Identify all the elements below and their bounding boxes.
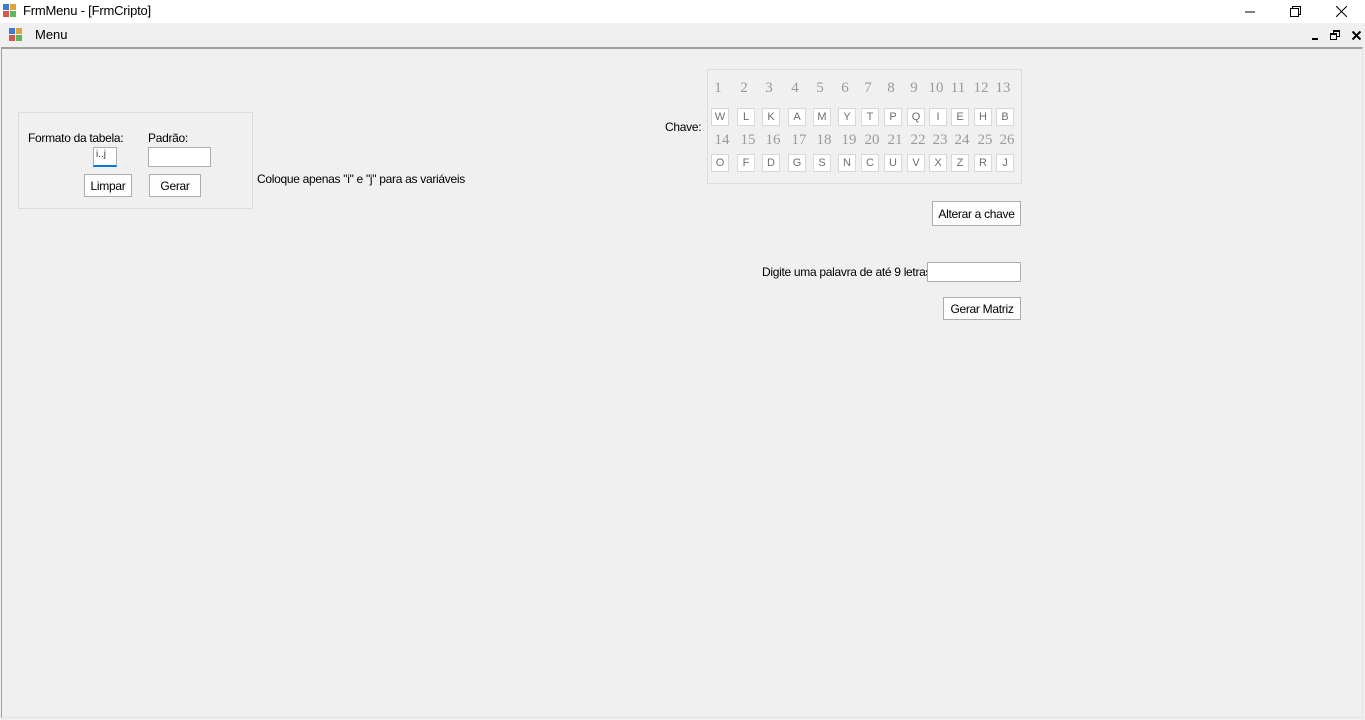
key-label: Chave: [665, 120, 702, 134]
word-label: Digite uma palavra de até 9 letras: [762, 265, 935, 279]
app-icon [3, 4, 16, 17]
key-number: 13 [995, 80, 1011, 96]
key-letter-cell[interactable]: N [838, 154, 856, 172]
key-letter-cell[interactable]: M [813, 108, 831, 126]
restore-icon [1330, 30, 1340, 40]
clear-button[interactable]: Limpar [84, 174, 132, 197]
table-format-group [18, 112, 253, 209]
key-number: 9 [910, 80, 918, 96]
key-letter-cell[interactable]: J [996, 154, 1014, 172]
generate-matrix-button[interactable]: Gerar Matriz [943, 297, 1021, 320]
key-number: 19 [841, 132, 857, 148]
key-number: 11 [950, 80, 966, 96]
restore-icon [1289, 6, 1301, 17]
key-number: 17 [791, 132, 807, 148]
key-letter-cell[interactable]: H [974, 108, 992, 126]
key-number: 18 [816, 132, 832, 148]
key-letter-cell[interactable]: D [762, 154, 780, 172]
key-letter-cell[interactable]: I [929, 108, 947, 126]
title-bar: FrmMenu - [FrmCripto] [0, 0, 1365, 23]
child-window-icon[interactable] [9, 28, 23, 42]
key-number: 26 [999, 132, 1015, 148]
key-letter-cell[interactable]: O [711, 154, 729, 172]
key-number: 22 [910, 132, 926, 148]
key-number: 7 [864, 80, 872, 96]
minimize-button[interactable] [1227, 0, 1273, 23]
mdi-minimize-button[interactable] [1308, 28, 1322, 42]
key-letter-cell[interactable]: Q [907, 108, 925, 126]
key-letter-cell[interactable]: E [951, 108, 969, 126]
key-letter-cell[interactable]: Z [951, 154, 969, 172]
key-letter-cell[interactable]: F [737, 154, 755, 172]
key-number: 2 [740, 80, 748, 96]
change-key-button[interactable]: Alterar a chave [932, 201, 1021, 226]
key-number: 20 [864, 132, 880, 148]
key-number: 15 [740, 132, 756, 148]
word-input[interactable] [927, 262, 1021, 282]
minimize-icon [1311, 37, 1318, 40]
mdi-restore-button[interactable] [1328, 28, 1342, 42]
key-letter-cell[interactable]: Y [838, 108, 856, 126]
pattern-input[interactable] [148, 147, 211, 167]
format-input[interactable]: i..j [93, 147, 117, 167]
key-number: 14 [714, 132, 730, 148]
key-number: 25 [977, 132, 993, 148]
key-letter-cell[interactable]: W [711, 108, 729, 126]
key-number: 1 [714, 80, 722, 96]
key-letter-cell[interactable]: B [996, 108, 1014, 126]
window-title: FrmMenu - [FrmCripto] [23, 3, 151, 18]
mdi-close-button[interactable] [1349, 28, 1363, 42]
restore-button[interactable] [1272, 0, 1318, 23]
variables-hint: Coloque apenas "i" e "j" para as variáve… [257, 172, 465, 186]
close-button[interactable] [1318, 0, 1364, 23]
key-letter-cell[interactable]: V [907, 154, 925, 172]
close-icon [1351, 30, 1361, 40]
key-letter-cell[interactable]: G [788, 154, 806, 172]
key-number: 3 [765, 80, 773, 96]
key-letter-cell[interactable]: T [861, 108, 879, 126]
format-label: Formato da tabela: [28, 131, 124, 145]
key-letter-cell[interactable]: X [929, 154, 947, 172]
key-letter-cell[interactable]: L [737, 108, 755, 126]
key-letter-cell[interactable]: S [813, 154, 831, 172]
key-letter-cell[interactable]: R [974, 154, 992, 172]
menu-bar: Menu [0, 23, 1365, 47]
key-number: 8 [887, 80, 895, 96]
key-number: 10 [928, 80, 944, 96]
menu-item-menu[interactable]: Menu [35, 27, 68, 42]
minimize-icon [1245, 11, 1255, 12]
key-number: 4 [791, 80, 799, 96]
key-letter-cell[interactable]: U [884, 154, 902, 172]
format-input-value: i..j [96, 149, 106, 160]
key-number: 23 [932, 132, 948, 148]
key-letter-cell[interactable]: A [788, 108, 806, 126]
key-number: 21 [887, 132, 903, 148]
pattern-label: Padrão: [148, 131, 188, 145]
key-number: 24 [954, 132, 970, 148]
key-number: 5 [816, 80, 824, 96]
close-icon [1335, 6, 1347, 17]
key-letter-cell[interactable]: C [861, 154, 879, 172]
key-letter-cell[interactable]: K [762, 108, 780, 126]
key-letter-cell[interactable]: P [884, 108, 902, 126]
key-number: 16 [765, 132, 781, 148]
generate-button[interactable]: Gerar [149, 174, 201, 197]
key-number: 6 [841, 80, 849, 96]
key-number: 12 [973, 80, 989, 96]
